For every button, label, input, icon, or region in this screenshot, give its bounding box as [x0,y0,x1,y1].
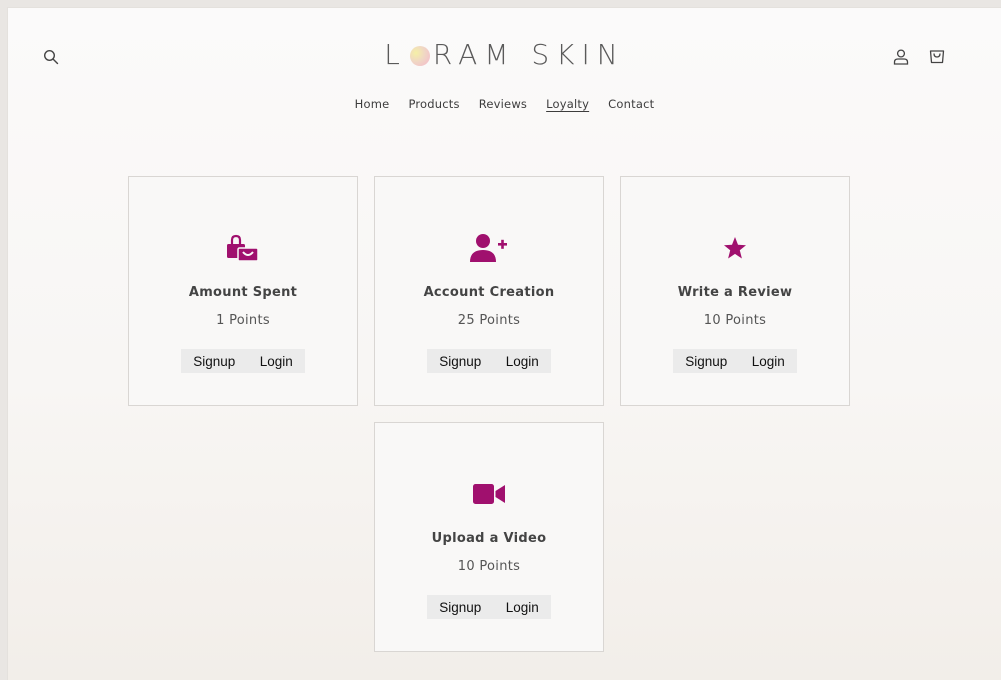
video-camera-icon [473,484,505,504]
card-title: Write a Review [677,285,793,300]
nav-products[interactable]: Products [408,97,459,111]
card-title: Account Creation [423,285,555,300]
main-nav: Home Products Reviews Loyalty Contact [8,97,1001,111]
brand-name-start: L [384,38,407,71]
loyalty-card-upload-video: Upload a Video 10 Points Signup Login [374,422,604,652]
card-actions: Signup Login [427,349,551,373]
card-points: 10 Points [703,313,767,328]
nav-reviews[interactable]: Reviews [479,97,527,111]
nav-home[interactable]: Home [355,97,390,111]
signup-button[interactable]: Signup [685,354,727,369]
signup-button[interactable]: Signup [193,354,235,369]
signup-button[interactable]: Signup [439,600,481,615]
nav-loyalty[interactable]: Loyalty [546,97,589,111]
signup-button[interactable]: Signup [439,354,481,369]
card-title: Upload a Video [431,531,547,546]
cart-icon [929,50,945,64]
page: L RAM SKIN Home Products Reviews Loyalty … [8,8,1001,680]
brand-name-end: RAM SKIN [432,38,625,71]
brand-logo[interactable]: L RAM SKIN [8,38,1001,71]
card-title: Amount Spent [188,285,298,300]
login-button[interactable]: Login [260,354,293,369]
user-plus-icon [470,234,507,262]
card-actions: Signup Login [673,349,797,373]
login-button[interactable]: Login [752,354,785,369]
card-points: 1 Points [216,313,270,328]
brand-logo-dot [409,46,430,66]
star-icon [724,237,746,259]
card-actions: Signup Login [427,595,551,619]
nav-contact[interactable]: Contact [608,97,654,111]
user-icon [893,49,909,65]
site-header: L RAM SKIN Home Products Reviews Loyalty … [8,8,1001,138]
shopping-bag-icon [227,234,259,262]
login-button[interactable]: Login [506,600,539,615]
card-points: 10 Points [457,559,521,574]
account-button[interactable] [890,46,912,68]
card-actions: Signup Login [181,349,305,373]
loyalty-card-amount-spent: Amount Spent 1 Points Signup Login [128,176,358,406]
loyalty-card-write-review: Write a Review 10 Points Signup Login [620,176,850,406]
login-button[interactable]: Login [506,354,539,369]
card-points: 25 Points [457,313,521,328]
loyalty-card-account-creation: Account Creation 25 Points Signup Login [374,176,604,406]
cart-button[interactable] [926,45,948,67]
